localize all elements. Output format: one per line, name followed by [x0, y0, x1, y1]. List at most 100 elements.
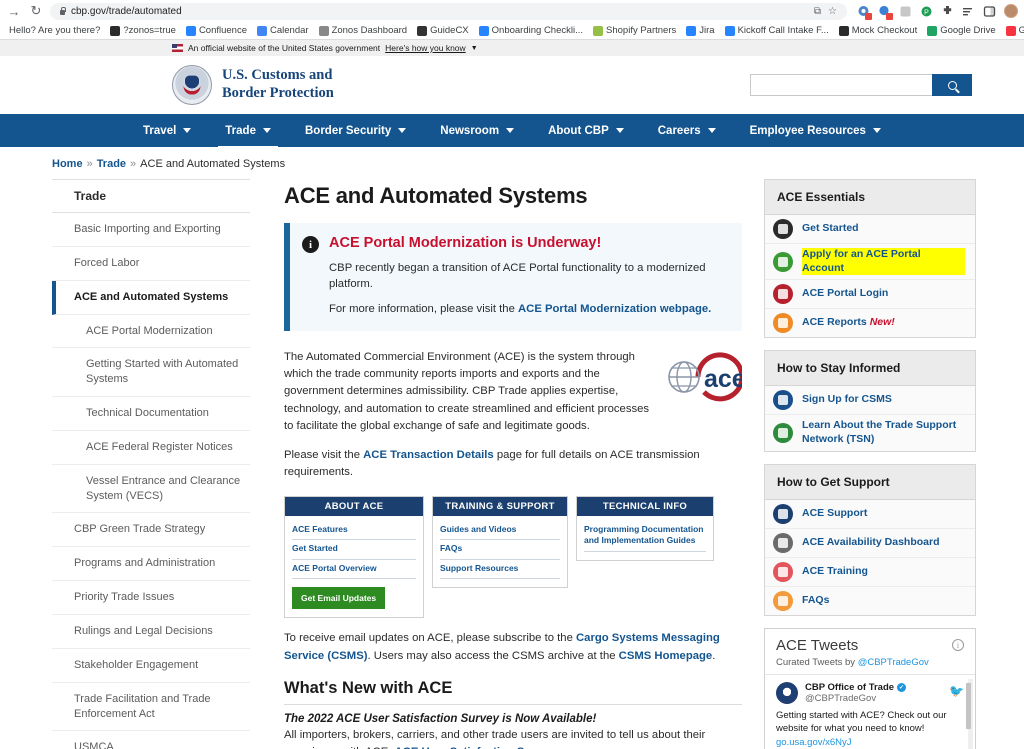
- sidebar-item-cbp-green-trade-strategy[interactable]: CBP Green Trade Strategy: [52, 513, 250, 547]
- sidepanel-icon[interactable]: [983, 5, 996, 18]
- sidebar-item-rulings-and-legal-decisions[interactable]: Rulings and Legal Decisions: [52, 615, 250, 649]
- monitor-icon: [773, 284, 793, 304]
- star-icon[interactable]: ☆: [828, 6, 837, 17]
- rail-link-faqs[interactable]: FAQs: [765, 587, 975, 615]
- sidebar-item-priority-trade-issues[interactable]: Priority Trade Issues: [52, 581, 250, 615]
- sidebar-item-basic-importing-and-exporting[interactable]: Basic Importing and Exporting: [52, 213, 250, 247]
- sidebar-item-usmca[interactable]: USMCA: [52, 731, 250, 749]
- ace-transaction-details-link[interactable]: ACE Transaction Details: [363, 449, 494, 461]
- bookmark-item[interactable]: Hello? Are you there?: [4, 25, 105, 36]
- breadcrumb-trade[interactable]: Trade: [97, 158, 126, 170]
- info-box-heading: TECHNICAL INFO: [577, 497, 713, 516]
- info-box-link[interactable]: ACE Portal Overview: [292, 560, 416, 579]
- grubhub-icon: [1006, 26, 1016, 36]
- share-icon[interactable]: ⧉: [814, 6, 821, 17]
- rail-link-learn-about-the-trade-support-network-tsn[interactable]: Learn About the Trade Support Network (T…: [765, 415, 975, 450]
- nav-item-label: Travel: [143, 125, 176, 137]
- nav-item-about-cbp[interactable]: About CBP: [531, 114, 641, 147]
- csms-post: .: [712, 650, 715, 662]
- bookmark-item[interactable]: Shopify Partners: [588, 25, 681, 36]
- reload-button[interactable]: ↻: [28, 3, 44, 19]
- ace-portal-modernization-link[interactable]: ACE Portal Modernization webpage.: [518, 303, 711, 315]
- forward-button[interactable]: →: [6, 3, 22, 19]
- info-box-link[interactable]: Guides and Videos: [440, 521, 560, 540]
- search-input[interactable]: [750, 74, 932, 96]
- bookmark-item[interactable]: Kickoff Call Intake F...: [720, 25, 834, 36]
- how-you-know-link[interactable]: Here's how you know: [385, 43, 466, 53]
- info-box-link[interactable]: Support Resources: [440, 560, 560, 579]
- info-circle-icon[interactable]: i: [952, 639, 964, 651]
- rail-link-get-started[interactable]: Get Started: [765, 215, 975, 244]
- alert-paragraph-2: For more information, please visit the A…: [329, 301, 728, 317]
- rail-link-apply-for-an-ace-portal-account[interactable]: Apply for an ACE Portal Account: [765, 244, 975, 280]
- left-sidebar: Trade Basic Importing and ExportingForce…: [52, 179, 250, 749]
- profile-avatar[interactable]: [1004, 4, 1018, 18]
- site-header: U.S. Customs and Border Protection: [0, 56, 1024, 114]
- sidebar-item-ace-and-automated-systems[interactable]: ACE and Automated Systems: [52, 281, 250, 315]
- nav-item-careers[interactable]: Careers: [641, 114, 733, 147]
- ace-logo: ace: [658, 351, 742, 403]
- bookmark-item[interactable]: Mock Checkout: [834, 25, 922, 36]
- tweet-author: CBP Office of Trade ✓: [805, 682, 906, 693]
- bookmark-item[interactable]: ?zonos=true: [105, 25, 181, 36]
- sidebar-item-forced-labor[interactable]: Forced Labor: [52, 247, 250, 281]
- confluence-icon: [725, 26, 735, 36]
- extension-grey-icon[interactable]: [899, 5, 912, 18]
- get-email-updates-button[interactable]: Get Email Updates: [292, 587, 385, 609]
- bookmark-item[interactable]: GrubHub: [1001, 25, 1024, 36]
- sidebar-item-ace-federal-register-notices[interactable]: ACE Federal Register Notices: [52, 431, 250, 465]
- extension-blue-icon[interactable]: [878, 5, 891, 18]
- bookmark-item[interactable]: Jira: [681, 25, 719, 36]
- extension-puzzle-icon[interactable]: [941, 5, 954, 18]
- rail-link-label: ACE Availability Dashboard: [802, 536, 940, 550]
- rail-link-ace-reports[interactable]: ACE Reports New!: [765, 309, 975, 337]
- sidebar-item-technical-documentation[interactable]: Technical Documentation: [52, 397, 250, 431]
- rail-panel: How to Get SupportACE SupportACE Availab…: [764, 464, 976, 616]
- agency-line-1: U.S. Customs and: [222, 67, 334, 85]
- extension-green-icon[interactable]: P: [920, 5, 933, 18]
- extension-gear-icon[interactable]: [857, 5, 870, 18]
- nav-item-employee-resources[interactable]: Employee Resources: [733, 114, 898, 147]
- info-box-link[interactable]: Get Started: [292, 540, 416, 559]
- site-logo[interactable]: U.S. Customs and Border Protection: [172, 65, 334, 105]
- breadcrumb-home[interactable]: Home: [52, 158, 83, 170]
- bookmark-item[interactable]: Google Drive: [922, 25, 1000, 36]
- chevron-down-icon[interactable]: ▼: [471, 45, 478, 52]
- nav-item-border-security[interactable]: Border Security: [288, 114, 423, 147]
- tweet-url-link[interactable]: go.usa.gov/x6NyJ: [776, 737, 852, 748]
- extension-list-icon[interactable]: [962, 5, 975, 18]
- right-sidebar: ACE EssentialsGet StartedApply for an AC…: [764, 179, 976, 749]
- address-bar[interactable]: cbp.gov/trade/automated ⧉ ☆: [50, 3, 847, 20]
- tweets-handle-link[interactable]: @CBPTradeGov: [858, 657, 929, 668]
- info-box-link[interactable]: ACE Features: [292, 521, 416, 540]
- rail-link-ace-availability-dashboard[interactable]: ACE Availability Dashboard: [765, 529, 975, 558]
- nav-item-newsroom[interactable]: Newsroom: [423, 114, 531, 147]
- csms-homepage-link[interactable]: CSMS Homepage: [619, 650, 713, 662]
- nav-item-travel[interactable]: Travel: [126, 114, 208, 147]
- rail-link-ace-support[interactable]: ACE Support: [765, 500, 975, 529]
- bookmark-item[interactable]: Onboarding Checkli...: [474, 25, 588, 36]
- sidebar-item-ace-portal-modernization[interactable]: ACE Portal Modernization: [52, 315, 250, 349]
- sidebar-item-programs-and-administration[interactable]: Programs and Administration: [52, 547, 250, 581]
- search-button[interactable]: [932, 74, 972, 96]
- nav-item-trade[interactable]: Trade: [208, 114, 288, 147]
- sidebar-item-getting-started-with-automated-systems[interactable]: Getting Started with Automated Systems: [52, 348, 250, 397]
- csms-icon: [773, 390, 793, 410]
- bookmark-item[interactable]: Confluence: [181, 25, 252, 36]
- bookmark-item[interactable]: GuideCX: [412, 25, 474, 36]
- tweets-scrollbar[interactable]: [968, 679, 973, 749]
- bookmark-item[interactable]: Calendar: [252, 25, 314, 36]
- sidebar-item-stakeholder-engagement[interactable]: Stakeholder Engagement: [52, 649, 250, 683]
- tweets-title: ACE Tweets: [776, 637, 858, 654]
- bookmark-item[interactable]: Zonos Dashboard: [314, 25, 413, 36]
- rail-link-sign-up-for-csms[interactable]: Sign Up for CSMS: [765, 386, 975, 415]
- svg-text:P: P: [924, 9, 929, 16]
- info-box-link[interactable]: FAQs: [440, 540, 560, 559]
- sidebar-item-vessel-entrance-and-clearance-system-vecs[interactable]: Vessel Entrance and Clearance System (VE…: [52, 465, 250, 514]
- rail-link-ace-portal-login[interactable]: ACE Portal Login: [765, 280, 975, 309]
- bookmark-label: Confluence: [199, 25, 247, 36]
- info-box-link[interactable]: Programming Documentation and Implementa…: [584, 521, 706, 552]
- scrollbar-thumb[interactable]: [966, 683, 971, 729]
- sidebar-item-trade-facilitation-and-trade-enforcement-act[interactable]: Trade Facilitation and Trade Enforcement…: [52, 683, 250, 732]
- rail-link-ace-training[interactable]: ACE Training: [765, 558, 975, 587]
